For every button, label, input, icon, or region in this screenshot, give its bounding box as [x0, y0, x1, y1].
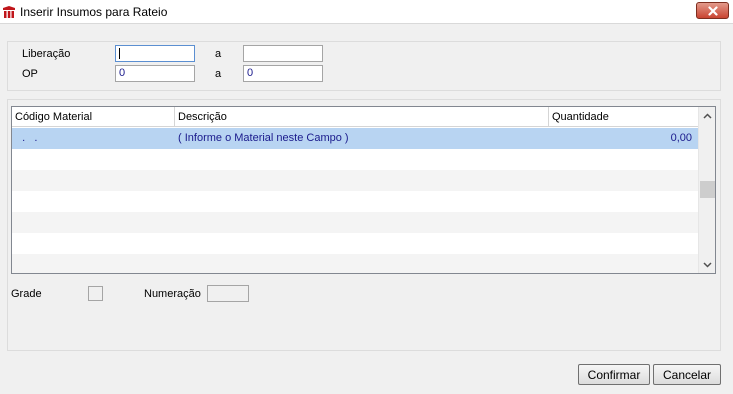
op-to-input[interactable]: 0	[243, 65, 323, 82]
column-header-codigo[interactable]: Código Material	[12, 107, 175, 127]
empty-row[interactable]	[12, 254, 698, 273]
numeracao-label: Numeração	[144, 288, 201, 300]
scroll-up-button[interactable]	[699, 107, 716, 124]
confirmar-label: Confirmar	[587, 367, 641, 382]
window-title: Inserir Insumos para Rateio	[20, 5, 168, 19]
cancelar-button[interactable]: Cancelar	[653, 364, 721, 385]
chevron-up-icon	[703, 112, 712, 119]
scroll-down-button[interactable]	[699, 256, 716, 273]
op-to-value: 0	[247, 67, 254, 79]
filter-panel: Liberação a OP 0 a 0	[7, 41, 721, 91]
column-header-quantidade[interactable]: Quantidade	[549, 107, 698, 127]
empty-row[interactable]	[12, 191, 698, 212]
confirmar-button[interactable]: Confirmar	[578, 364, 650, 385]
text-caret	[119, 47, 120, 59]
numeracao-field[interactable]	[207, 285, 249, 302]
cancelar-label: Cancelar	[662, 367, 712, 382]
op-from-input[interactable]: 0	[115, 65, 195, 82]
grid-header: Código Material Descrição Quantidade	[12, 107, 698, 127]
chevron-down-icon	[703, 261, 712, 268]
op-from-value: 0	[119, 67, 126, 79]
table-row[interactable]: . . ( Informe o Material neste Campo ) 0…	[12, 128, 698, 149]
cell-codigo[interactable]: . .	[16, 128, 37, 149]
empty-row[interactable]	[12, 212, 698, 233]
close-button[interactable]	[696, 2, 729, 19]
grade-checkbox[interactable]	[88, 286, 103, 301]
cell-descricao[interactable]: ( Informe o Material neste Campo )	[178, 128, 349, 149]
liberacao-label: Liberação	[22, 48, 71, 60]
empty-row[interactable]	[12, 170, 698, 191]
liberacao-range-separator: a	[215, 48, 222, 60]
liberacao-to-input[interactable]	[243, 45, 323, 62]
title-bar: Inserir Insumos para Rateio	[0, 0, 733, 24]
column-header-descricao[interactable]: Descrição	[175, 107, 549, 127]
cell-quantidade[interactable]: 0,00	[671, 128, 692, 149]
vertical-scrollbar[interactable]	[698, 107, 715, 273]
scroll-thumb[interactable]	[700, 181, 715, 198]
liberacao-from-input[interactable]	[115, 45, 195, 62]
materials-grid[interactable]: Código Material Descrição Quantidade . .…	[11, 106, 716, 274]
grade-label: Grade	[11, 288, 42, 300]
op-range-separator: a	[215, 68, 222, 80]
empty-row[interactable]	[12, 149, 698, 170]
close-icon	[707, 5, 718, 16]
op-label: OP	[22, 68, 38, 80]
empty-row[interactable]	[12, 233, 698, 254]
app-logo-icon	[2, 5, 16, 19]
